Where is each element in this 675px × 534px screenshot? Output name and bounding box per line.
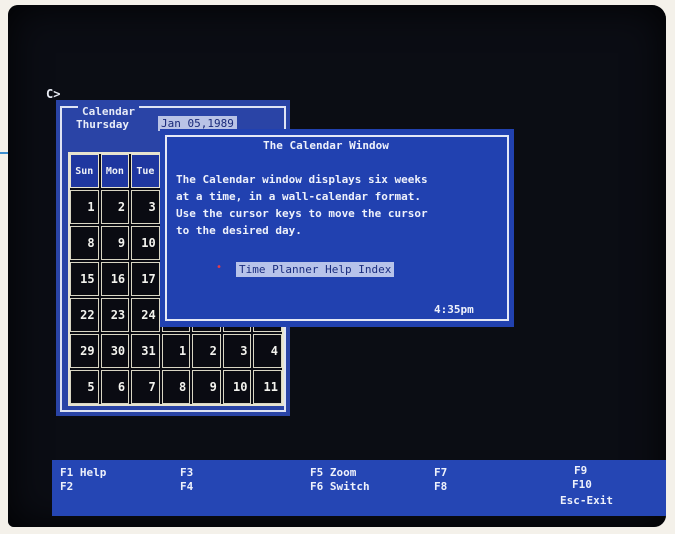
calendar-day-cell[interactable]: 3 bbox=[222, 334, 252, 368]
calendar-day-cell[interactable]: 22 bbox=[70, 298, 99, 332]
f6-switch-key[interactable]: F6 Switch bbox=[310, 480, 370, 493]
help-window: The Calendar Window The Calendar window … bbox=[160, 129, 514, 327]
calendar-day-cell[interactable]: 8 bbox=[70, 226, 99, 260]
calendar-day-cell[interactable]: 10 bbox=[131, 226, 160, 260]
calendar-day-cell[interactable]: 16 bbox=[100, 262, 130, 296]
calendar-day-cell[interactable]: 24 bbox=[131, 298, 160, 332]
calendar-day-cell[interactable]: 15 bbox=[70, 262, 99, 296]
help-title: The Calendar Window bbox=[257, 139, 395, 152]
esc-exit-key[interactable]: Esc-Exit bbox=[560, 494, 613, 507]
calendar-day-cell[interactable]: 1 bbox=[70, 190, 99, 224]
weekday-header: Tue bbox=[131, 154, 160, 188]
f8-key[interactable]: F8 bbox=[434, 480, 447, 493]
dos-prompt: C> bbox=[46, 87, 61, 101]
help-line: to the desired day. bbox=[176, 224, 302, 237]
calendar-day-cell[interactable]: 8 bbox=[161, 370, 191, 404]
calendar-day-cell[interactable]: 11 bbox=[253, 370, 282, 404]
calendar-day-cell[interactable]: 7 bbox=[131, 370, 160, 404]
help-line: The Calendar window displays six weeks bbox=[176, 173, 428, 186]
help-line: Use the cursor keys to move the cursor bbox=[176, 207, 428, 220]
f10-key[interactable]: F10 bbox=[572, 478, 592, 491]
calendar-title: Calendar bbox=[78, 105, 139, 118]
calendar-day-cell[interactable]: 1 bbox=[161, 334, 191, 368]
calendar-day-cell[interactable]: 10 bbox=[222, 370, 252, 404]
calendar-day-cell[interactable]: 9 bbox=[192, 370, 221, 404]
f4-key[interactable]: F4 bbox=[180, 480, 193, 493]
help-text: The Calendar window displays six weeks a… bbox=[176, 171, 502, 239]
f5-zoom-key[interactable]: F5 Zoom bbox=[310, 466, 356, 479]
f9-key[interactable]: F9 bbox=[574, 464, 587, 477]
calendar-day-cell[interactable]: 9 bbox=[100, 226, 130, 260]
calendar-day-name: Thursday bbox=[76, 118, 129, 131]
calendar-day-cell[interactable]: 2 bbox=[192, 334, 221, 368]
calendar-day-cell[interactable]: 31 bbox=[131, 334, 160, 368]
f1-help-key[interactable]: F1 Help bbox=[60, 466, 106, 479]
f2-key[interactable]: F2 bbox=[60, 480, 73, 493]
calendar-day-cell[interactable]: 5 bbox=[70, 370, 99, 404]
bullet-icon: • bbox=[216, 262, 223, 273]
f7-key[interactable]: F7 bbox=[434, 466, 447, 479]
help-index-link[interactable]: Time Planner Help Index bbox=[236, 262, 395, 277]
calendar-day-cell[interactable]: 2 bbox=[100, 190, 130, 224]
function-key-bar: F1 Help F2 F3 F4 F5 Zoom F6 Switch F7 F8… bbox=[52, 460, 666, 516]
calendar-day-cell[interactable]: 3 bbox=[131, 190, 160, 224]
calendar-day-cell[interactable]: 29 bbox=[70, 334, 99, 368]
calendar-day-cell[interactable]: 30 bbox=[100, 334, 130, 368]
weekday-header: Mon bbox=[100, 154, 130, 188]
calendar-day-cell[interactable]: 6 bbox=[100, 370, 130, 404]
weekday-header: Sun bbox=[70, 154, 99, 188]
calendar-day-cell[interactable]: 17 bbox=[131, 262, 160, 296]
f3-key[interactable]: F3 bbox=[180, 466, 193, 479]
calendar-day-cell[interactable]: 23 bbox=[100, 298, 130, 332]
calendar-day-cell[interactable]: 4 bbox=[253, 334, 282, 368]
help-line: at a time, in a wall-calendar format. bbox=[176, 190, 422, 203]
clock-display: 4:35pm bbox=[430, 303, 478, 316]
monitor-screen: C> Calendar Thursday Jan 05,1989 Sun Mon T… bbox=[8, 5, 666, 527]
